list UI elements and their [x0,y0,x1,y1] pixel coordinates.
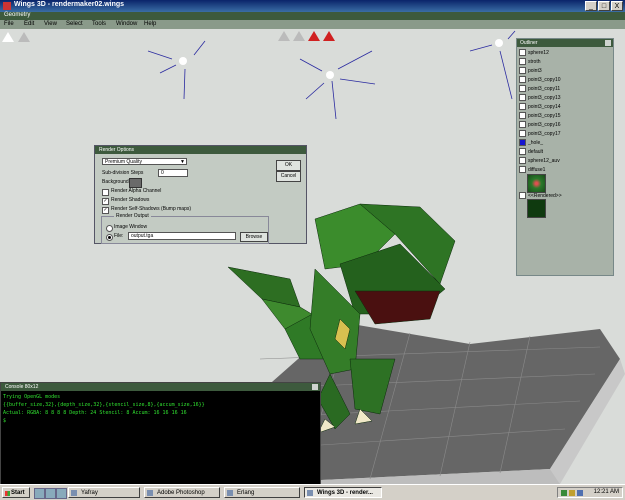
subdivision-input[interactable]: 0 [158,169,188,177]
wings-app-icon [3,2,11,10]
taskbar-item-yafray[interactable]: Yafray [68,487,140,498]
render-output-label: Render Output [114,213,151,219]
show-desktop-icon[interactable] [34,488,45,499]
diffuse-texture-thumbnail[interactable] [527,174,546,193]
light-small-icon [519,112,526,119]
window-title: Wings 3D - rendermaker02.wings [14,1,125,8]
console-line: {{buffer_size,32},{depth_size,32},{stenc… [3,402,205,408]
menu-view[interactable]: View [44,21,57,27]
self-shadows-label: Render Self-Shadows (Bump maps) [111,206,192,212]
browser-icon[interactable] [45,488,56,499]
light-small-icon [519,85,526,92]
console-title: Console 80x12 [1,383,320,391]
light-icon[interactable] [469,30,516,100]
ok-button[interactable]: OK [276,160,301,171]
material-icon [519,148,526,155]
menu-bar: File Edit View Select Tools Window Help [0,20,625,29]
cancel-button[interactable]: Cancel [276,171,301,182]
dialog-title: Render Options [95,146,306,154]
start-button[interactable]: Start [2,487,30,498]
volume-icon[interactable] [569,490,575,496]
taskbar-item-photoshop[interactable]: Adobe Photoshop [144,487,220,498]
maximize-button[interactable]: □ [598,1,610,11]
light-small-icon [519,94,526,101]
bg-color-swatch[interactable] [129,178,142,188]
outliner-item[interactable]: sphere12 [519,49,549,57]
menu-help[interactable]: Help [144,21,156,27]
geometry-window-title: Geometry [0,12,625,20]
console-line: Trying OpenGL modes [3,394,61,400]
geometry-label: Geometry [4,12,31,18]
console-line: $ [3,418,7,424]
light-icon[interactable] [147,40,206,100]
image-window-radio[interactable] [106,225,113,232]
subdivision-label: Sub-division Steps [102,170,144,176]
outliner-item[interactable]: point3_copy16 [519,121,561,129]
alpha-label: Render Alpha Channel [111,188,162,194]
outliner-item[interactable]: point3 [519,67,542,75]
menu-file[interactable]: File [4,21,14,27]
image-icon [519,166,526,173]
light-small-icon [519,121,526,128]
outliner-item[interactable]: point3_copy10 [519,76,561,84]
outliner-item[interactable]: default [519,148,543,156]
light-small-icon [519,130,526,137]
outliner-item[interactable]: sphere12_auv [519,157,560,165]
chevron-down-icon: ▼ [180,159,185,165]
tray-app-icon[interactable] [577,490,583,496]
light-small-icon [519,67,526,74]
outliner-item[interactable]: stroth [519,58,541,66]
console-line: Actual: RGBA: 8 8 8 8 Depth: 24 Stencil:… [3,410,187,416]
outliner-item[interactable]: diffuse1 [519,166,545,174]
close-button[interactable]: X [611,1,623,11]
clock: 12:21 AM [593,489,619,495]
self-shadows-checkbox[interactable]: ✓ [102,207,109,214]
close-icon[interactable] [312,384,318,390]
taskbar: Start Yafray Adobe Photoshop Erlang Wing… [0,484,625,500]
quality-select[interactable]: Premium Quality ▼ [102,158,187,165]
outliner-item[interactable]: point3_copy13 [519,94,561,102]
taskbar-item-wings[interactable]: Wings 3D - render... [304,487,382,498]
outliner-item[interactable]: point3_copy11 [519,85,560,93]
light-small-icon [519,103,526,110]
image-icon [519,192,526,199]
outliner-panel: Outliner sphere12 stroth point3 point3_c… [516,38,614,276]
light-icon[interactable] [299,50,376,120]
outliner-item[interactable]: point3_copy14 [519,103,561,111]
outliner-title: Outliner [517,39,613,47]
menu-window[interactable]: Window [116,21,137,27]
console-window[interactable]: Console 80x12 Trying OpenGL modes {{buff… [0,382,321,486]
menu-edit[interactable]: Edit [24,21,34,27]
shadows-label: Render Shadows [111,197,150,203]
outliner-item[interactable]: point3_copy15 [519,112,561,120]
network-icon[interactable] [561,490,567,496]
render-options-dialog: Render Options Premium Quality ▼ Sub-divi… [94,145,307,244]
browse-button[interactable]: Browse [240,232,268,242]
menu-tools[interactable]: Tools [92,21,106,27]
material-icon [519,157,526,164]
close-icon[interactable] [605,40,611,46]
render-output-group: Render Output Image Window File: output.… [101,213,269,244]
object-icon [519,58,526,65]
system-tray: 12:21 AM [557,487,623,498]
object-icon [519,49,526,56]
file-radio[interactable] [106,234,113,241]
folder-icon[interactable] [56,488,67,499]
menu-select[interactable]: Select [66,21,83,27]
light-small-icon [519,76,526,83]
rendered-thumbnail[interactable] [527,199,546,218]
file-path-input[interactable]: output.tga [128,232,236,240]
outliner-item[interactable]: point3_copy17 [519,130,561,138]
taskbar-item-erlang[interactable]: Erlang [224,487,300,498]
title-bar: Wings 3D - rendermaker02.wings _ □ X [0,0,625,12]
shadows-checkbox[interactable]: ✓ [102,198,109,205]
file-label: File: [114,233,124,239]
minimize-button[interactable]: _ [585,1,597,11]
image-window-label: Image Window [114,224,148,230]
alpha-checkbox[interactable] [102,189,109,196]
outliner-item[interactable]: _hole_ [519,139,543,147]
material-icon [519,139,526,146]
